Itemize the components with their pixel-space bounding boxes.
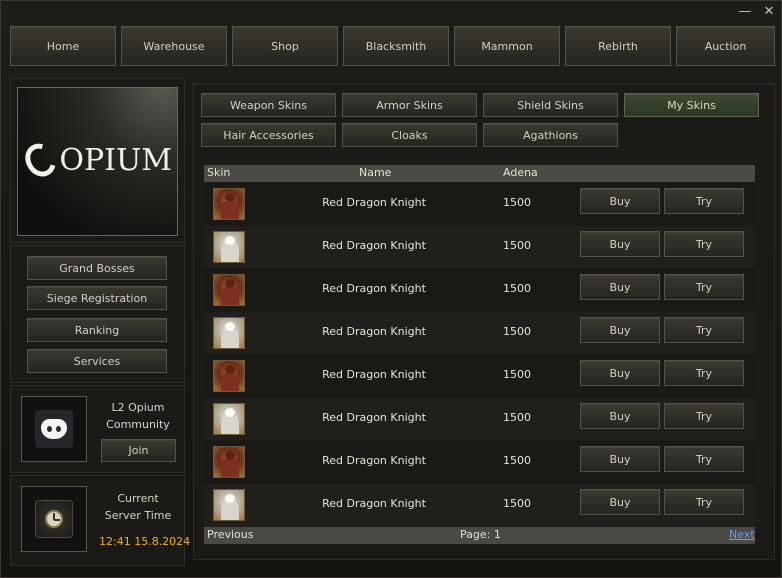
tab-hair-accessories[interactable]: Hair Accessories — [201, 123, 336, 147]
tab-my-skins[interactable]: My Skins — [624, 93, 759, 117]
buy-button[interactable]: Buy — [580, 274, 660, 300]
page-indicator: Page: 1 — [460, 528, 501, 541]
tab-agathions[interactable]: Agathions — [483, 123, 618, 147]
clock-icon-frame — [21, 486, 87, 552]
red-knight-icon — [213, 360, 245, 392]
pagination-bar: Previous Page: 1 Next — [204, 527, 755, 544]
skin-name: Red Dragon Knight — [322, 368, 426, 381]
skin-name: Red Dragon Knight — [322, 325, 426, 338]
buy-button[interactable]: Buy — [580, 188, 660, 214]
shop-window: — ✕ Home Warehouse Shop Blacksmith Mammo… — [0, 0, 782, 578]
skin-price: 1500 — [503, 368, 531, 381]
skin-name: Red Dragon Knight — [322, 196, 426, 209]
table-row: Red Dragon Knight 1500 Buy Try — [204, 484, 755, 526]
table-row: Red Dragon Knight 1500 Buy Try — [204, 355, 755, 397]
buy-button[interactable]: Buy — [580, 360, 660, 386]
skin-price: 1500 — [503, 325, 531, 338]
skin-price: 1500 — [503, 497, 531, 510]
table-row: Red Dragon Knight 1500 Buy Try — [204, 226, 755, 268]
logo-wordmark: OPIUM — [19, 137, 172, 183]
skin-price: 1500 — [503, 239, 531, 252]
white-knight-icon — [213, 231, 245, 263]
try-button[interactable]: Try — [664, 446, 744, 472]
nav-warehouse-button[interactable]: Warehouse — [121, 26, 227, 66]
server-time-value: 12:41 15.8.2024 — [99, 535, 191, 548]
tab-armor-skins[interactable]: Armor Skins — [342, 93, 477, 117]
skin-name: Red Dragon Knight — [322, 454, 426, 467]
try-button[interactable]: Try — [664, 403, 744, 429]
community-title-line1: L2 Opium — [111, 401, 165, 414]
white-knight-icon — [213, 317, 245, 349]
skin-price: 1500 — [503, 282, 531, 295]
server-time-label-line2: Server Time — [104, 509, 172, 522]
skin-price: 1500 — [503, 411, 531, 424]
table-row: Red Dragon Knight 1500 Buy Try — [204, 398, 755, 440]
skin-price: 1500 — [503, 196, 531, 209]
column-name: Name — [359, 166, 392, 179]
previous-page-button[interactable]: Previous — [207, 528, 254, 541]
try-button[interactable]: Try — [664, 317, 744, 343]
nav-mammon-button[interactable]: Mammon — [454, 26, 560, 66]
try-button[interactable]: Try — [664, 489, 744, 515]
tab-weapon-skins[interactable]: Weapon Skins — [201, 93, 336, 117]
table-row: Red Dragon Knight 1500 Buy Try — [204, 183, 755, 225]
try-button[interactable]: Try — [664, 360, 744, 386]
buy-button[interactable]: Buy — [580, 231, 660, 257]
buy-button[interactable]: Buy — [580, 317, 660, 343]
logo-image: OPIUM — [17, 87, 178, 236]
community-title-line2: Community — [106, 418, 170, 431]
skin-name: Red Dragon Knight — [322, 411, 426, 424]
table-header: Skin Name Adena — [204, 165, 755, 182]
red-knight-icon — [213, 446, 245, 478]
ranking-button[interactable]: Ranking — [27, 318, 167, 342]
skin-name: Red Dragon Knight — [322, 282, 426, 295]
nav-auction-button[interactable]: Auction — [676, 26, 775, 66]
services-button[interactable]: Services — [27, 349, 167, 373]
close-icon[interactable]: ✕ — [761, 4, 777, 20]
nav-home-button[interactable]: Home — [10, 26, 116, 66]
clock-icon — [35, 500, 73, 538]
grand-bosses-button[interactable]: Grand Bosses — [27, 256, 167, 280]
nav-rebirth-button[interactable]: Rebirth — [565, 26, 671, 66]
nav-blacksmith-button[interactable]: Blacksmith — [343, 26, 449, 66]
logo-moon-icon — [19, 137, 62, 183]
logo-text: OPIUM — [59, 142, 172, 178]
minimize-icon[interactable]: — — [737, 4, 753, 20]
white-knight-icon — [213, 403, 245, 435]
table-row: Red Dragon Knight 1500 Buy Try — [204, 269, 755, 311]
server-time-label-line1: Current — [117, 492, 159, 505]
discord-icon — [35, 410, 73, 448]
skin-name: Red Dragon Knight — [322, 239, 426, 252]
try-button[interactable]: Try — [664, 188, 744, 214]
white-knight-icon — [213, 489, 245, 521]
buy-button[interactable]: Buy — [580, 446, 660, 472]
discord-icon-frame — [21, 396, 87, 462]
join-button[interactable]: Join — [101, 439, 176, 462]
buy-button[interactable]: Buy — [580, 403, 660, 429]
tab-shield-skins[interactable]: Shield Skins — [483, 93, 618, 117]
column-skin: Skin — [207, 166, 231, 179]
next-page-link[interactable]: Next — [729, 528, 755, 541]
buy-button[interactable]: Buy — [580, 489, 660, 515]
skin-name: Red Dragon Knight — [322, 497, 426, 510]
red-knight-icon — [213, 188, 245, 220]
table-row: Red Dragon Knight 1500 Buy Try — [204, 441, 755, 483]
column-adena: Adena — [503, 166, 538, 179]
try-button[interactable]: Try — [664, 231, 744, 257]
siege-registration-button[interactable]: Siege Registration — [27, 286, 167, 310]
red-knight-icon — [213, 274, 245, 306]
try-button[interactable]: Try — [664, 274, 744, 300]
table-row: Red Dragon Knight 1500 Buy Try — [204, 312, 755, 354]
tab-cloaks[interactable]: Cloaks — [342, 123, 477, 147]
nav-shop-button[interactable]: Shop — [232, 26, 338, 66]
skin-price: 1500 — [503, 454, 531, 467]
